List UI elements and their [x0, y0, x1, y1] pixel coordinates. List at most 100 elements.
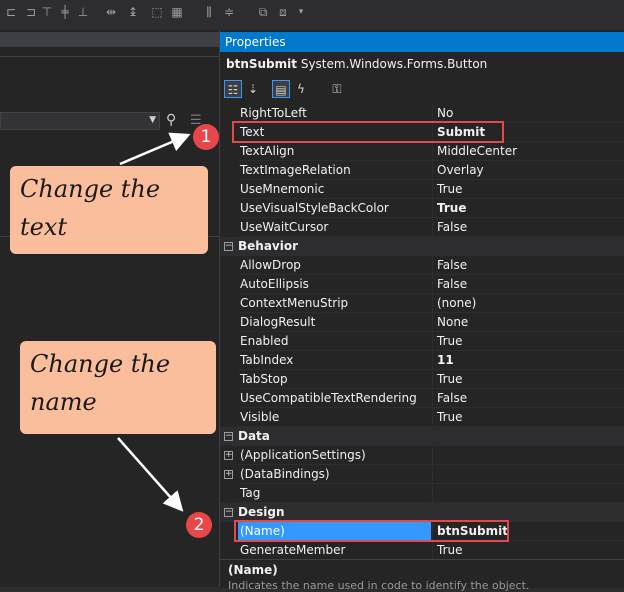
property-row[interactable]: AllowDrop False	[220, 256, 624, 275]
property-value[interactable]: True	[432, 199, 624, 218]
property-name: AllowDrop	[238, 256, 431, 275]
expand-icon[interactable]: +	[224, 470, 233, 479]
align-middle-icon[interactable]: ╪	[58, 5, 72, 19]
property-row[interactable]: DialogResult None	[220, 313, 624, 332]
callout-change-name: Change the name	[20, 341, 216, 434]
align-bottom-icon[interactable]: ⊥	[76, 5, 90, 19]
property-value[interactable]: MiddleCenter	[432, 142, 624, 161]
property-row[interactable]: UseWaitCursor False	[220, 218, 624, 237]
object-name: btnSubmit	[226, 57, 297, 71]
property-row[interactable]: UseMnemonic True	[220, 180, 624, 199]
same-size-icon[interactable]: ⬚	[150, 5, 164, 19]
description-text: Indicates the name used in code to ident…	[228, 579, 530, 592]
property-name: TextAlign	[238, 142, 431, 161]
spacing-icon[interactable]: ⫼	[202, 5, 216, 19]
description-pane: (Name) Indicates the name used in code t…	[220, 559, 624, 592]
property-row[interactable]: GenerateMember True	[220, 541, 624, 560]
collapse-icon[interactable]: −	[224, 508, 233, 517]
property-value[interactable]: True	[432, 370, 624, 389]
property-value[interactable]: (none)	[432, 294, 624, 313]
property-row[interactable]: ContextMenuStrip (none)	[220, 294, 624, 313]
property-value[interactable]: False	[432, 389, 624, 408]
property-row[interactable]: Tag	[220, 484, 624, 503]
toolbar-overflow-icon[interactable]: ▾	[294, 5, 308, 19]
property-value[interactable]	[432, 446, 624, 465]
property-row[interactable]: Enabled True	[220, 332, 624, 351]
category-label: Data	[238, 429, 270, 443]
property-row[interactable]: TextAlign MiddleCenter	[220, 142, 624, 161]
same-height-icon[interactable]: ↨	[126, 5, 140, 19]
property-row[interactable]: UseCompatibleTextRendering False	[220, 389, 624, 408]
vertical-spacing-icon[interactable]: ≑	[222, 5, 236, 19]
property-row[interactable]: TextImageRelation Overlay	[220, 161, 624, 180]
left-panel-header	[0, 32, 219, 47]
property-row[interactable]: TabStop True	[220, 370, 624, 389]
property-name: TabStop	[238, 370, 431, 389]
property-name: GenerateMember	[238, 541, 431, 560]
description-title: (Name)	[228, 563, 278, 577]
property-row[interactable]: + (DataBindings)	[220, 465, 624, 484]
property-name: Tag	[238, 484, 431, 503]
property-value[interactable]: True	[432, 541, 624, 560]
properties-window: Properties btnSubmit System.Windows.Form…	[219, 30, 624, 592]
properties-toolbar: ☷ ⇣ ▤ ϟ ⚿	[220, 76, 624, 104]
property-name: Enabled	[238, 332, 431, 351]
left-panel-divider	[0, 56, 219, 57]
name-highlight-box	[234, 520, 509, 542]
property-name: UseCompatibleTextRendering	[238, 389, 431, 408]
send-to-back-icon[interactable]: ⧈	[276, 5, 290, 19]
object-type: System.Windows.Forms.Button	[300, 57, 488, 71]
events-icon[interactable]: ϟ	[292, 80, 310, 98]
property-name: UseWaitCursor	[238, 218, 431, 237]
properties-title-bar[interactable]: Properties	[220, 32, 624, 52]
category-data[interactable]: − Data	[220, 427, 624, 446]
property-row[interactable]: UseVisualStyleBackColor True	[220, 199, 624, 218]
property-row[interactable]: TabIndex 11	[220, 351, 624, 370]
step-marker-2: 2	[186, 512, 212, 538]
property-value[interactable]: True	[432, 332, 624, 351]
property-name: (ApplicationSettings)	[238, 446, 431, 465]
property-pages-icon[interactable]: ⚿	[328, 80, 346, 98]
category-behavior[interactable]: − Behavior	[220, 237, 624, 256]
dropdown-arrow-icon[interactable]: ▼	[149, 115, 156, 125]
designer-toolbar: ⊏ ⊐ ⊤ ╪ ⊥ ⇹ ↨ ⬚ ▦ ⫼ ≑ ⧉ ⧈ ▾	[0, 0, 624, 30]
collapse-icon[interactable]: −	[224, 242, 233, 251]
property-value[interactable]: True	[432, 180, 624, 199]
property-name: Visible	[238, 408, 431, 427]
collapse-icon[interactable]: −	[224, 432, 233, 441]
property-value[interactable]: True	[432, 408, 624, 427]
grid-icon[interactable]: ▦	[170, 5, 184, 19]
property-name: (DataBindings)	[238, 465, 431, 484]
alphabetical-icon[interactable]: ⇣	[244, 80, 262, 98]
left-tool-panel: ▼ ⚲ ☰	[0, 30, 219, 587]
property-name: UseMnemonic	[238, 180, 431, 199]
property-row[interactable]: Visible True	[220, 408, 624, 427]
align-top-icon[interactable]: ⊤	[40, 5, 54, 19]
property-name: DialogResult	[238, 313, 431, 332]
property-value[interactable]: 11	[432, 351, 624, 370]
search-icon[interactable]: ⚲	[166, 112, 176, 128]
property-value[interactable]: Overlay	[432, 161, 624, 180]
left-panel-combo[interactable]: ▼	[0, 112, 160, 130]
property-row[interactable]: AutoEllipsis False	[220, 275, 624, 294]
category-label: Behavior	[238, 239, 299, 253]
align-center-icon[interactable]: ⊐	[24, 5, 38, 19]
property-name: AutoEllipsis	[238, 275, 431, 294]
properties-icon[interactable]: ▤	[272, 80, 290, 98]
property-value[interactable]: False	[432, 256, 624, 275]
callout-change-text: Change the text	[10, 166, 208, 254]
bring-to-front-icon[interactable]: ⧉	[256, 5, 270, 19]
property-name: TextImageRelation	[238, 161, 431, 180]
property-value[interactable]	[432, 465, 624, 484]
align-left-icon[interactable]: ⊏	[4, 5, 18, 19]
expand-icon[interactable]: +	[224, 451, 233, 460]
same-width-icon[interactable]: ⇹	[104, 5, 118, 19]
property-value[interactable]: False	[432, 218, 624, 237]
property-value[interactable]	[432, 484, 624, 503]
object-selector[interactable]: btnSubmit System.Windows.Forms.Button	[220, 54, 624, 74]
property-row[interactable]: + (ApplicationSettings)	[220, 446, 624, 465]
categorized-icon[interactable]: ☷	[224, 80, 242, 98]
property-value[interactable]: None	[432, 313, 624, 332]
step-marker-1: 1	[193, 124, 219, 150]
property-value[interactable]: False	[432, 275, 624, 294]
